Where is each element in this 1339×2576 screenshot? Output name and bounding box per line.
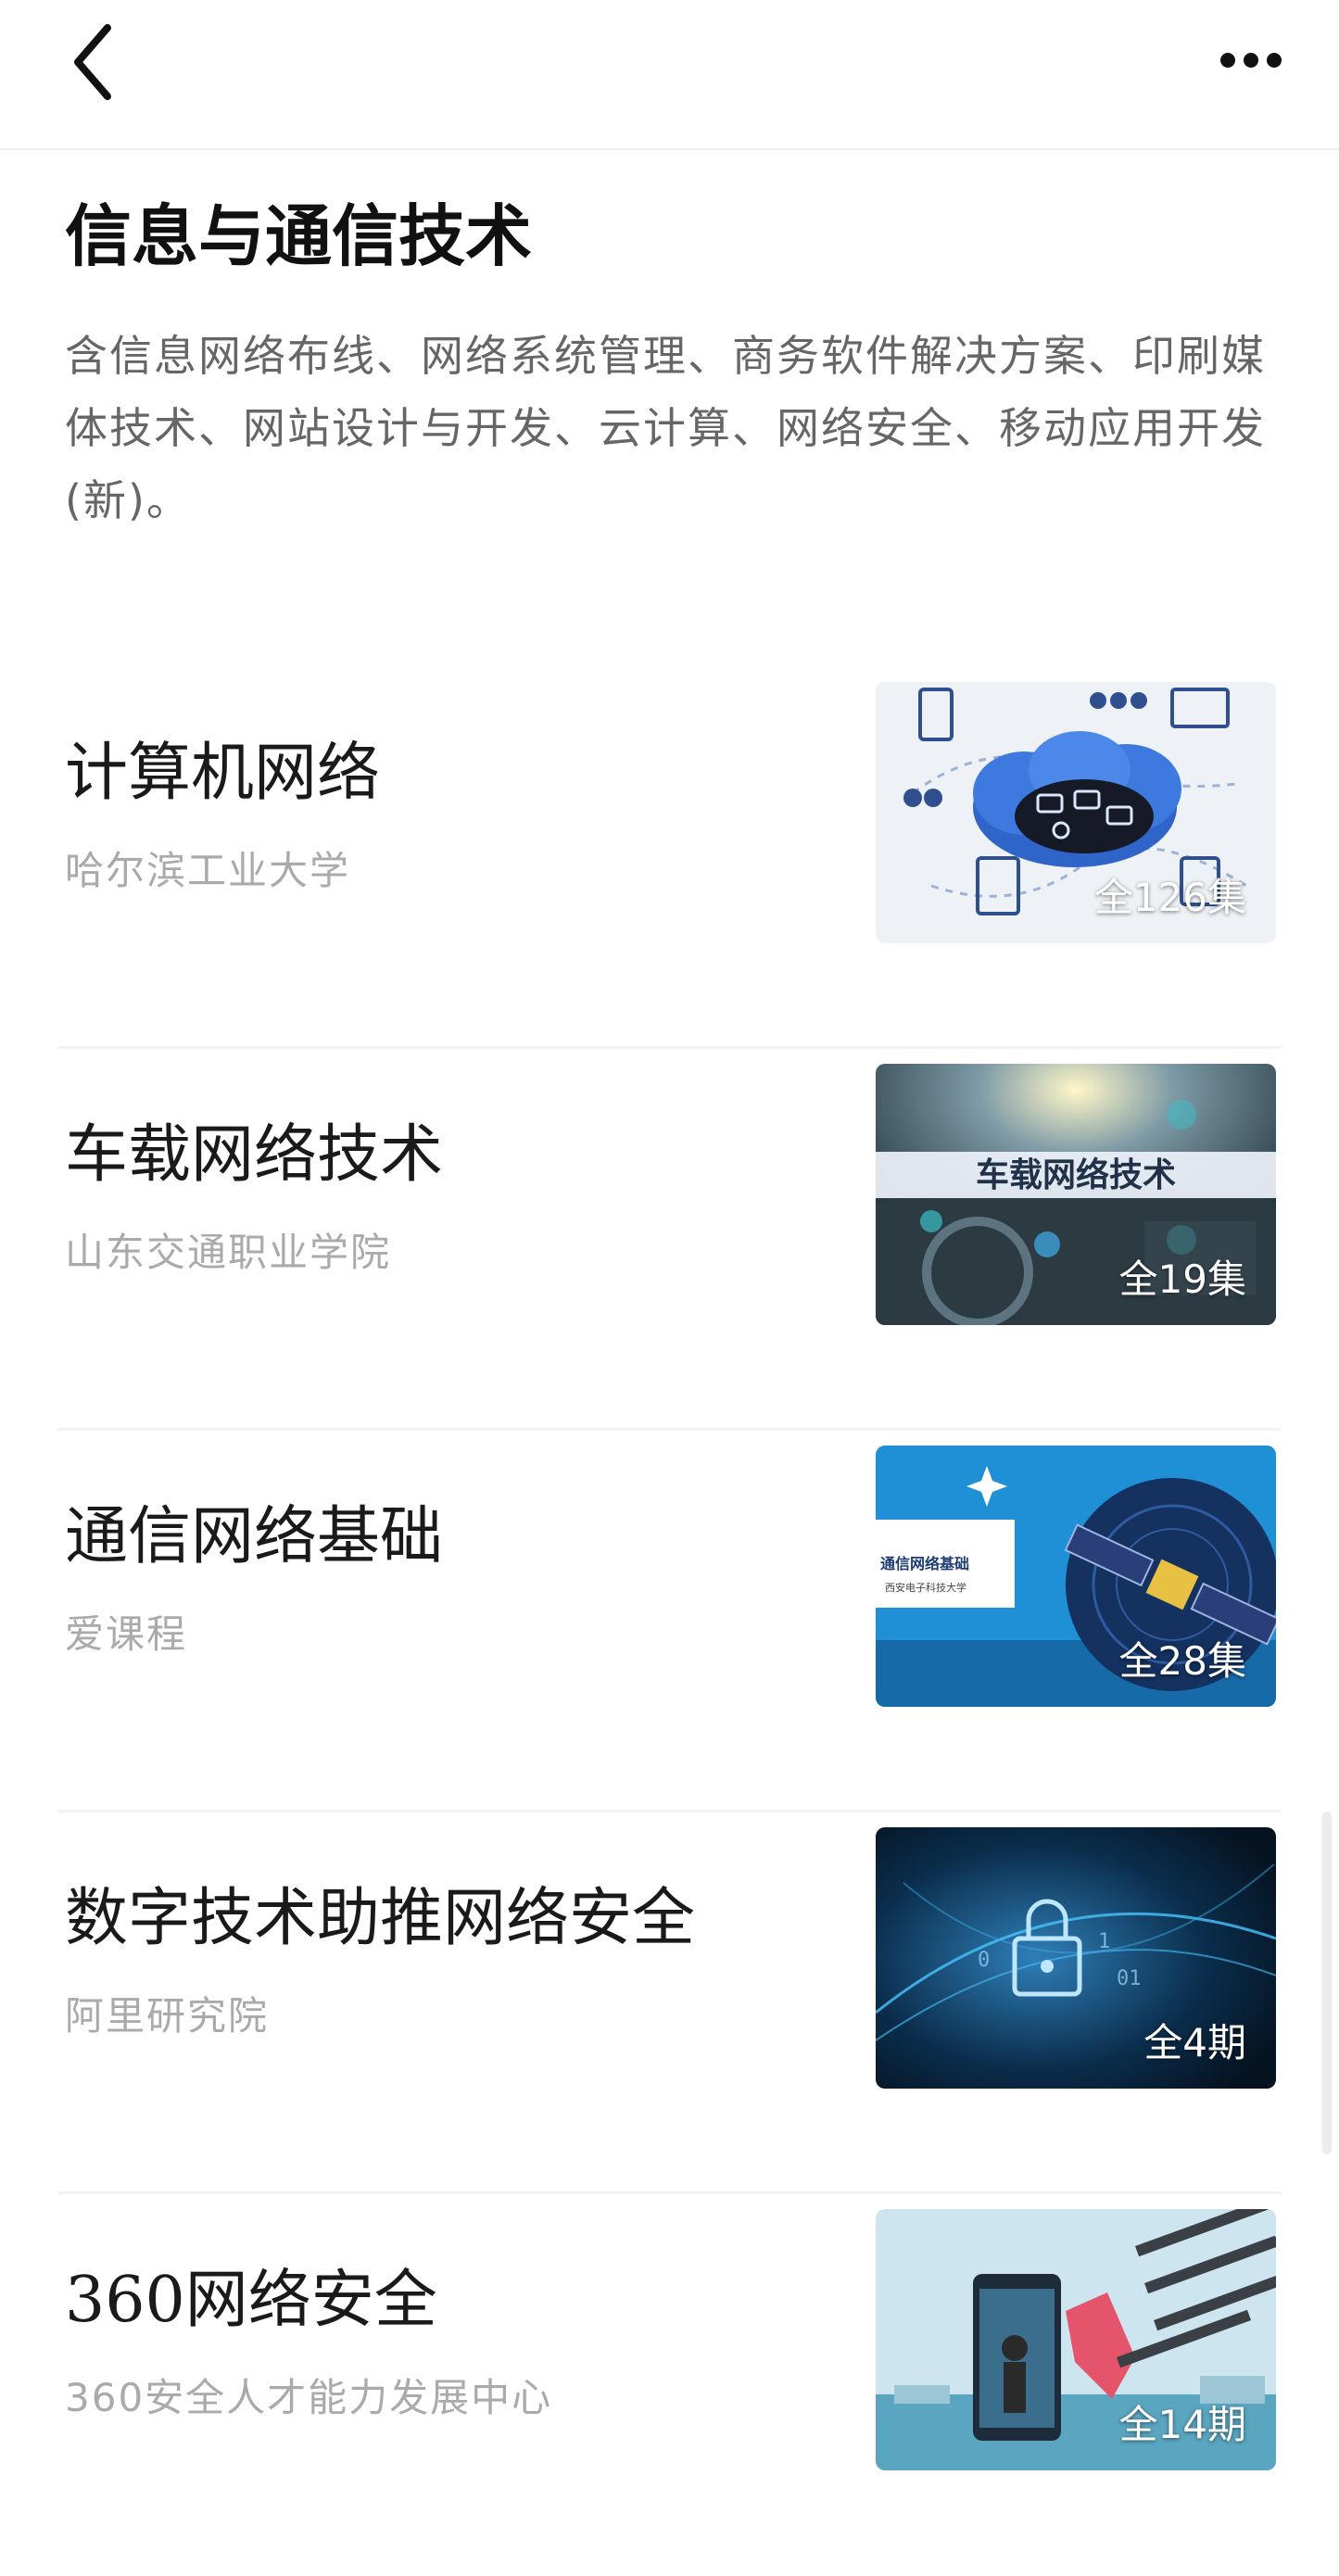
category-header: 信息与通信技术 含信息网络布线、网络系统管理、商务软件解决方案、印刷媒体技术、网… [65,190,1279,537]
course-thumbnail[interactable]: 通信网络基础 西安电子科技大学 全28集 [876,1446,1276,1707]
svg-text:01: 01 [1117,1967,1142,1990]
course-title: 车载网络技术 [65,1118,444,1192]
back-button[interactable] [56,20,139,104]
course-card[interactable]: 360网络安全 360安全人才能力发展中心 全14期 [0,2194,1339,2576]
course-title: 通信网络基础 [65,1500,444,1573]
category-description: 含信息网络布线、网络系统管理、商务软件解决方案、印刷媒体技术、网站设计与开发、云… [65,331,1266,525]
course-provider: 爱课程 [65,1611,188,1657]
course-provider: 哈尔滨工业大学 [65,848,351,893]
course-provider: 360安全人才能力发展中心 [65,2375,553,2420]
episode-count: 全4期 [1143,2020,1246,2065]
top-nav-bar [0,0,1339,150]
course-card[interactable]: 通信网络基础 爱课程 通信网络基础 西安电子科技大学 全28集 [0,1431,1339,1812]
course-card[interactable]: 计算机网络 哈尔滨工业大学 全126集 [0,667,1339,1049]
chevron-left-icon [74,24,111,100]
episode-count: 全19集 [1118,1256,1246,1302]
episode-count: 全126集 [1093,875,1246,920]
course-thumbnail[interactable]: 车载网络技术 全19集 [876,1064,1276,1325]
scrollbar-thumb[interactable] [1322,1812,1332,2154]
course-provider: 阿里研究院 [65,1993,270,2039]
svg-text:0: 0 [978,1949,990,1972]
course-thumbnail[interactable]: 全14期 [876,2209,1276,2470]
course-list: 计算机网络 哈尔滨工业大学 全126集 车载网络技术 山东交通职业学院 车载网络… [0,667,1339,2576]
more-dots-icon [1220,53,1282,68]
course-title: 数字技术助推网络安全 [65,1882,696,1955]
page-title: 信息与通信技术 [65,196,533,275]
episode-count: 全14期 [1118,2402,1246,2447]
episode-count: 全28集 [1118,1638,1246,1684]
thumbnail-subcaption: 西安电子科技大学 [885,1581,966,1594]
course-thumbnail[interactable]: 0 1 01 全4期 [876,1827,1276,2089]
thumbnail-caption: 通信网络基础 [880,1555,969,1572]
svg-text:1: 1 [1098,1930,1110,1953]
course-title: 计算机网络 [65,737,381,810]
course-card[interactable]: 车载网络技术 山东交通职业学院 车载网络技术 全19集 [0,1049,1339,1431]
course-title: 360网络安全 [65,2264,437,2337]
course-card[interactable]: 数字技术助推网络安全 阿里研究院 0 1 01 全4期 [0,1812,1339,2194]
course-provider: 山东交通职业学院 [65,1230,392,1275]
thumbnail-caption: 车载网络技术 [976,1155,1176,1194]
course-thumbnail[interactable]: 全126集 [876,682,1276,943]
more-options-button[interactable] [1200,28,1302,93]
